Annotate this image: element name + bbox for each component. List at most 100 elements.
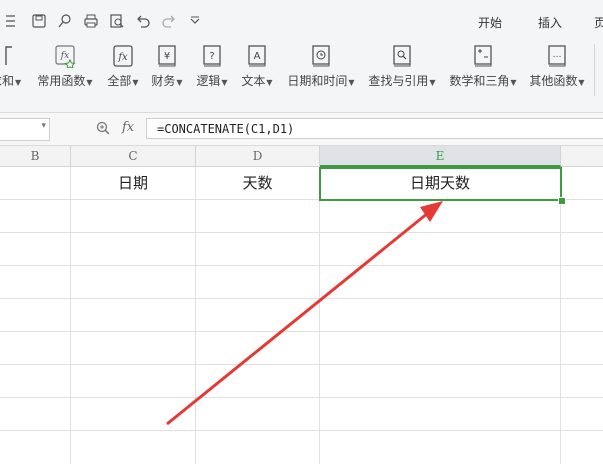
all-functions-label: 全部 — [107, 74, 132, 88]
cell[interactable] — [0, 233, 71, 266]
column-header-b[interactable]: B — [0, 146, 71, 167]
table-row — [0, 233, 603, 266]
clock-book-icon — [310, 44, 332, 68]
cell[interactable] — [0, 431, 71, 464]
cell[interactable] — [196, 398, 320, 431]
text-functions-label: 文本 — [241, 74, 266, 88]
formula-input[interactable]: =CONCATENATE(C1,D1) — [146, 118, 603, 139]
search-book-icon — [391, 44, 413, 68]
autosum-label: 求和 — [0, 74, 15, 88]
date-time-button[interactable]: 日期和时间▼ — [285, 44, 357, 89]
cell-d1[interactable]: 天数 — [196, 167, 320, 200]
zoom-search-icon[interactable] — [95, 120, 111, 136]
logical-button[interactable]: ? 逻辑▼ — [193, 44, 231, 89]
ribbon-divider — [594, 44, 595, 96]
date-time-label: 日期和时间 — [287, 74, 348, 88]
name-box[interactable]: ▾ — [0, 118, 50, 141]
column-header-e[interactable]: E — [320, 146, 561, 167]
financial-button[interactable]: ¥ 财务▼ — [148, 44, 186, 89]
cell[interactable] — [71, 332, 196, 365]
tab-home[interactable]: 开始 — [478, 14, 502, 31]
common-functions-label: 常用函数 — [37, 74, 86, 88]
spreadsheet-grid[interactable]: B C D E 日期 天数 日期天数 — [0, 146, 603, 464]
cell[interactable] — [196, 365, 320, 398]
cell[interactable] — [71, 233, 196, 266]
column-header-d[interactable]: D — [196, 146, 320, 167]
cell[interactable] — [196, 266, 320, 299]
cell[interactable] — [320, 200, 561, 233]
undo-icon[interactable] — [134, 12, 152, 30]
cell[interactable] — [71, 299, 196, 332]
print-icon[interactable] — [82, 12, 100, 30]
text-functions-button[interactable]: A 文本▼ — [238, 44, 276, 89]
cell[interactable] — [0, 398, 71, 431]
cell[interactable] — [320, 299, 561, 332]
cell[interactable] — [0, 200, 71, 233]
svg-text:…: … — [553, 50, 562, 60]
autosum-button[interactable]: 求和▼ — [0, 44, 21, 89]
yen-book-icon: ¥ — [156, 44, 178, 68]
quick-access-toolbar — [0, 8, 208, 34]
table-row — [0, 365, 603, 398]
svg-text:¥: ¥ — [164, 51, 170, 62]
chevron-down-icon[interactable]: ▾ — [41, 121, 46, 131]
menu-icon[interactable] — [4, 12, 22, 30]
cell[interactable] — [0, 365, 71, 398]
cell[interactable] — [71, 431, 196, 464]
fx-icon: fx — [112, 44, 134, 68]
math-trig-button[interactable]: 数学和三角▼ — [447, 44, 519, 89]
export-icon[interactable] — [56, 12, 74, 30]
more-functions-button[interactable]: … 其他函数▼ — [527, 44, 587, 89]
lookup-reference-button[interactable]: 查找与引用▼ — [366, 44, 438, 89]
save-icon[interactable] — [30, 12, 48, 30]
cell-c1[interactable]: 日期 — [71, 167, 196, 200]
cell[interactable] — [0, 332, 71, 365]
cell[interactable] — [320, 365, 561, 398]
text-book-icon: A — [246, 44, 268, 68]
fill-handle[interactable] — [558, 197, 566, 205]
column-header-c[interactable]: C — [71, 146, 196, 167]
svg-text:A: A — [254, 51, 261, 62]
cell[interactable] — [196, 200, 320, 233]
logical-label: 逻辑 — [196, 74, 221, 88]
cell[interactable] — [320, 431, 561, 464]
table-row — [0, 398, 603, 431]
active-cell-selection — [319, 167, 562, 201]
redo-icon[interactable] — [160, 12, 178, 30]
cell[interactable] — [320, 266, 561, 299]
svg-text:fx: fx — [117, 52, 128, 63]
tab-insert[interactable]: 插入 — [538, 14, 562, 31]
svg-text:fx: fx — [60, 51, 69, 61]
common-functions-button[interactable]: fx 常用函数▼ — [36, 44, 94, 89]
tab-page[interactable]: 页 — [594, 14, 603, 31]
table-row — [0, 332, 603, 365]
lookup-reference-label: 查找与引用 — [368, 74, 429, 88]
cell[interactable] — [196, 332, 320, 365]
cell[interactable] — [196, 299, 320, 332]
insert-function-icon[interactable]: fx — [122, 120, 134, 135]
cell[interactable] — [320, 233, 561, 266]
cell[interactable] — [0, 299, 71, 332]
customize-dropdown-icon[interactable] — [186, 12, 204, 30]
column-header-f[interactable] — [561, 146, 603, 167]
cell[interactable] — [71, 365, 196, 398]
cell[interactable] — [0, 266, 71, 299]
cell[interactable] — [320, 398, 561, 431]
cell-f1[interactable] — [561, 167, 603, 200]
cell[interactable] — [71, 266, 196, 299]
cell[interactable] — [71, 398, 196, 431]
table-row — [0, 431, 603, 464]
financial-label: 财务 — [151, 74, 176, 88]
all-functions-button[interactable]: fx 全部▼ — [104, 44, 142, 89]
fx-star-icon: fx — [54, 44, 76, 70]
print-preview-icon[interactable] — [108, 12, 126, 30]
cell[interactable] — [196, 233, 320, 266]
cell[interactable] — [71, 200, 196, 233]
cell[interactable] — [196, 431, 320, 464]
cell[interactable] — [320, 332, 561, 365]
svg-text:?: ? — [209, 51, 214, 62]
cell-b1[interactable] — [0, 167, 71, 200]
table-row — [0, 266, 603, 299]
formula-bar: ▾ fx =CONCATENATE(C1,D1) — [0, 113, 603, 146]
table-row — [0, 299, 603, 332]
